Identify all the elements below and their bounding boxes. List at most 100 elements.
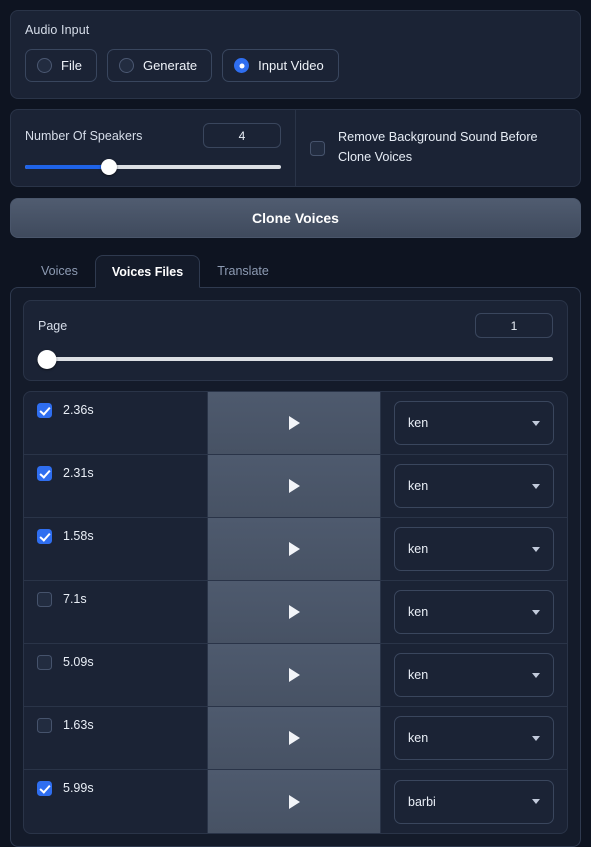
radio-label: File (61, 58, 82, 73)
slider-fill (25, 165, 110, 169)
remove-background-section: Remove Background Sound Before Clone Voi… (296, 110, 580, 186)
duration-label: 1.63s (63, 718, 94, 732)
play-audio-button[interactable] (208, 392, 381, 454)
radio-label: Generate (142, 58, 198, 73)
row-select-checkbox[interactable] (37, 466, 52, 481)
voice-select[interactable]: ken (394, 464, 554, 508)
page-label: Page (38, 318, 68, 333)
play-audio-button[interactable] (208, 770, 381, 833)
duration-cell: 1.63s (24, 707, 208, 769)
radio-label: Input Video (258, 58, 324, 73)
chevron-down-icon (532, 799, 540, 804)
radio-option-generate[interactable]: Generate (106, 49, 213, 82)
radio-dot-selected-icon (234, 58, 250, 73)
table-row: 5.99s barbi (24, 770, 567, 833)
voice-select-value: ken (408, 731, 429, 745)
remove-background-label: Remove Background Sound Before Clone Voi… (338, 130, 538, 164)
voice-select[interactable]: barbi (394, 779, 554, 824)
play-icon (288, 794, 300, 809)
page-slider[interactable] (37, 349, 553, 369)
play-icon (288, 668, 300, 682)
slider-track (38, 357, 553, 361)
voice-select[interactable]: ken (394, 590, 554, 634)
play-icon (288, 542, 300, 556)
speakers-panel: Number Of Speakers 4 Remove Background S… (10, 109, 581, 187)
table-row: 1.58s ken (24, 518, 567, 581)
radio-option-input-video[interactable]: Input Video (222, 49, 339, 82)
duration-label: 7.1s (63, 592, 87, 606)
play-audio-button[interactable] (208, 581, 381, 643)
table-row: 2.31s ken (24, 455, 567, 518)
duration-cell: 7.1s (24, 581, 208, 643)
play-audio-button[interactable] (208, 644, 381, 706)
radio-dot-icon (37, 58, 52, 73)
voices-files-panel: Page 1 2.36s ken 2.31s ken 1.58s ken 7.1s ken 5.… (10, 287, 581, 847)
tab-voices[interactable]: Voices (24, 254, 95, 287)
chevron-down-icon (532, 609, 540, 615)
slider-thumb[interactable] (37, 349, 57, 369)
tab-translate[interactable]: Translate (200, 254, 286, 287)
chevron-down-icon (532, 546, 540, 552)
voice-cell: ken (381, 707, 567, 769)
audio-input-panel: Audio Input File Generate Input Video (10, 10, 581, 99)
play-icon (288, 731, 300, 745)
speakers-slider-section: Number Of Speakers 4 (11, 110, 296, 186)
app-root: Audio Input File Generate Input Video Nu… (0, 0, 591, 847)
voice-select[interactable]: ken (394, 653, 554, 697)
row-select-checkbox[interactable] (37, 655, 52, 670)
voice-select-value: ken (408, 542, 429, 556)
play-audio-button[interactable] (208, 518, 381, 580)
duration-label: 5.09s (63, 655, 94, 669)
chevron-down-icon (532, 672, 540, 678)
play-audio-button[interactable] (208, 455, 381, 517)
table-row: 1.63s ken (24, 707, 567, 770)
voice-select-value: ken (408, 479, 429, 493)
duration-cell: 2.31s (24, 455, 208, 517)
chevron-down-icon (532, 483, 540, 489)
voice-cell: ken (381, 455, 567, 517)
voice-select-value: ken (408, 605, 429, 619)
duration-label: 2.36s (63, 403, 94, 417)
row-select-checkbox[interactable] (37, 592, 52, 607)
row-select-checkbox[interactable] (37, 781, 52, 796)
row-select-checkbox[interactable] (37, 403, 52, 418)
row-select-checkbox[interactable] (37, 529, 52, 544)
voice-cell: ken (381, 644, 567, 706)
radio-dot-icon (118, 58, 134, 73)
voice-select[interactable]: ken (394, 401, 554, 445)
play-icon (288, 479, 300, 493)
slider-thumb[interactable] (101, 159, 118, 175)
table-row: 7.1s ken (24, 581, 567, 644)
duration-cell: 5.99s (24, 770, 208, 833)
play-icon (288, 416, 300, 430)
radio-option-file[interactable]: File (25, 49, 97, 82)
voice-select[interactable]: ken (394, 716, 554, 760)
duration-cell: 5.09s (24, 644, 208, 706)
voice-select-value: barbi (408, 794, 436, 809)
page-number-input[interactable]: 1 (475, 313, 553, 338)
chevron-down-icon (532, 735, 540, 741)
speakers-slider[interactable] (25, 159, 281, 175)
duration-cell: 1.58s (24, 518, 208, 580)
voice-select[interactable]: ken (394, 527, 554, 571)
tabstrip: Voices Voices Files Translate (10, 254, 581, 288)
row-select-checkbox[interactable] (37, 718, 52, 733)
voice-cell: ken (381, 518, 567, 580)
tab-voices-files[interactable]: Voices Files (94, 255, 201, 288)
speakers-number-input[interactable]: 4 (203, 123, 281, 148)
voice-select-value: ken (408, 416, 429, 430)
play-audio-button[interactable] (208, 707, 381, 769)
voice-cell: barbi (381, 770, 567, 833)
voice-files-table: 2.36s ken 2.31s ken 1.58s ken 7.1s ken 5.09s ken 1… (23, 391, 568, 834)
duration-label: 2.31s (63, 466, 94, 480)
audio-input-label: Audio Input (25, 23, 90, 37)
page-header: Page 1 (38, 313, 553, 338)
table-row: 2.36s ken (24, 392, 567, 455)
clone-voices-button[interactable]: Clone Voices (10, 198, 581, 238)
remove-background-checkbox[interactable] (310, 140, 325, 156)
voice-cell: ken (381, 581, 567, 643)
table-row: 5.09s ken (24, 644, 567, 707)
voice-cell: ken (381, 392, 567, 454)
tabs-section: Voices Voices Files Translate Page 1 2.3… (10, 254, 581, 847)
page-slider-card: Page 1 (23, 300, 568, 381)
